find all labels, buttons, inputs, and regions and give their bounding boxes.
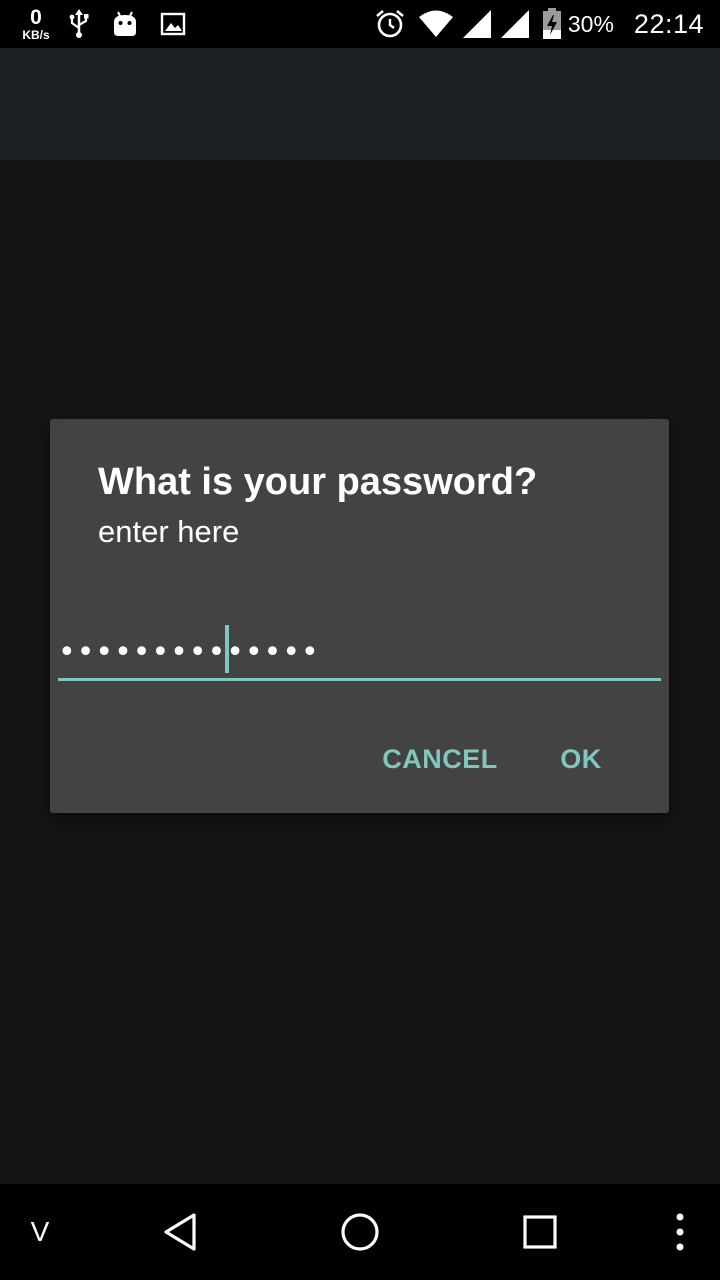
ok-button[interactable]: OK — [548, 729, 614, 789]
dialog-actions: CANCEL OK — [50, 729, 669, 789]
dialog-title: What is your password? — [98, 461, 538, 503]
keyboard-hide-button[interactable]: V — [20, 1184, 60, 1280]
cancel-button[interactable]: CANCEL — [370, 729, 510, 789]
password-dialog: What is your password? enter here CANCEL… — [50, 419, 669, 813]
recents-icon — [523, 1215, 557, 1249]
back-icon — [164, 1213, 196, 1251]
back-button[interactable] — [150, 1184, 210, 1280]
password-input[interactable] — [58, 619, 661, 679]
more-icon — [676, 1213, 684, 1251]
text-cursor — [225, 625, 229, 673]
password-field-underline — [58, 678, 661, 681]
network-speed-unit: KB/s — [22, 28, 50, 42]
home-icon — [341, 1213, 379, 1251]
wifi-icon — [418, 10, 454, 38]
android-debug-icon — [112, 10, 138, 38]
app-bar — [0, 48, 720, 160]
image-icon — [160, 11, 186, 37]
battery-charging-icon — [542, 8, 562, 40]
network-speed-value: 0 — [30, 6, 42, 29]
usb-icon — [68, 9, 90, 39]
cell-signal-icon — [462, 9, 492, 39]
more-button[interactable] — [660, 1184, 700, 1280]
recents-button[interactable] — [510, 1184, 570, 1280]
status-bar: 0 KB/s 30% 22:14 — [0, 0, 720, 48]
screen: 0 KB/s 30% 22:14 What is your password? … — [0, 0, 720, 1280]
battery-percent: 30% — [567, 10, 614, 37]
keyboard-hide-label: V — [30, 1216, 50, 1247]
cell-signal-icon — [500, 9, 530, 39]
status-bar-left: 0 KB/s — [0, 0, 186, 48]
clock: 22:14 — [633, 8, 704, 39]
password-field[interactable] — [58, 619, 661, 683]
alarm-icon — [374, 8, 406, 40]
navigation-bar: V — [0, 1184, 720, 1280]
dialog-message: enter here — [98, 514, 240, 549]
status-bar-right: 30% 22:14 — [374, 0, 704, 48]
network-speed: 0 KB/s — [18, 7, 54, 41]
home-button[interactable] — [330, 1184, 390, 1280]
